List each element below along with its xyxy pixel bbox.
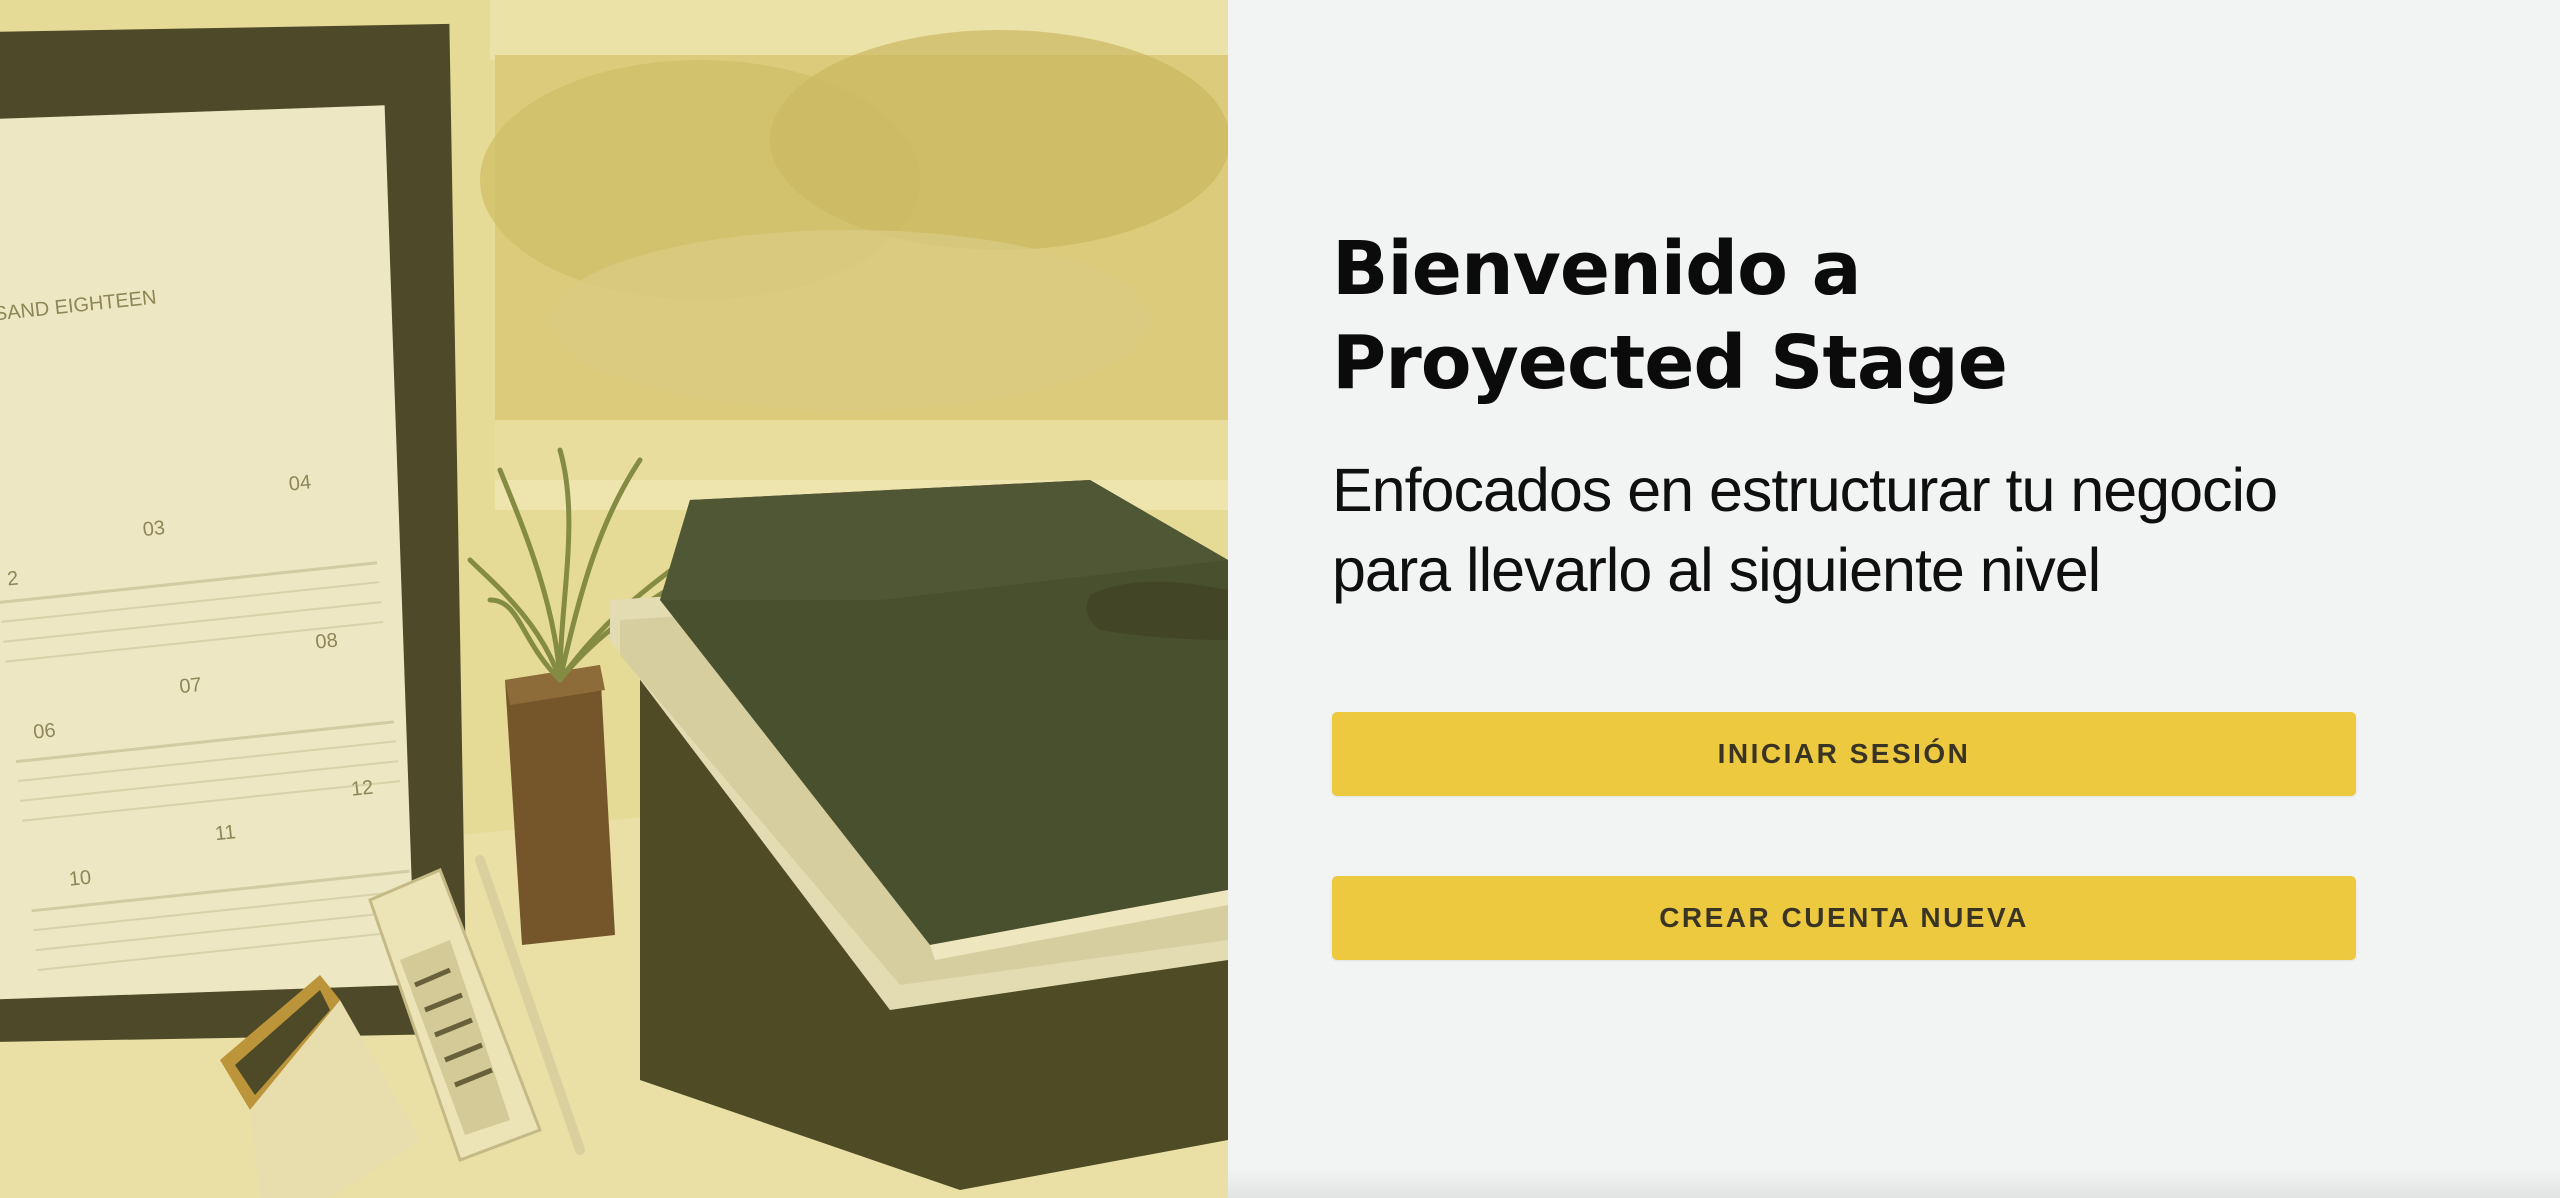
welcome-subtitle-line2: para llevarlo al siguiente nivel (1332, 536, 2101, 604)
welcome-title-line1: Bienvenido a (1332, 226, 1862, 312)
desk-illustration: USAND EIGHTEEN 2 03 04 06 07 08 10 11 12 (0, 0, 1228, 1198)
bottom-shadow (1228, 1168, 2560, 1198)
welcome-title-line2: Proyected Stage (1332, 320, 2008, 406)
welcome-subtitle: Enfocados en estructurar tu negocio para… (1332, 450, 2432, 610)
welcome-panel: Bienvenido a Proyected Stage Enfocados e… (1228, 0, 2560, 1198)
login-button[interactable]: INICIAR SESIÓN (1332, 712, 2356, 796)
welcome-page: USAND EIGHTEEN 2 03 04 06 07 08 10 11 12 (0, 0, 2560, 1198)
create-account-button[interactable]: CREAR CUENTA NUEVA (1332, 876, 2356, 960)
welcome-title: Bienvenido a Proyected Stage (1332, 222, 2232, 410)
welcome-subtitle-line1: Enfocados en estructurar tu negocio (1332, 456, 2278, 524)
hero-image: USAND EIGHTEEN 2 03 04 06 07 08 10 11 12 (0, 0, 1228, 1198)
